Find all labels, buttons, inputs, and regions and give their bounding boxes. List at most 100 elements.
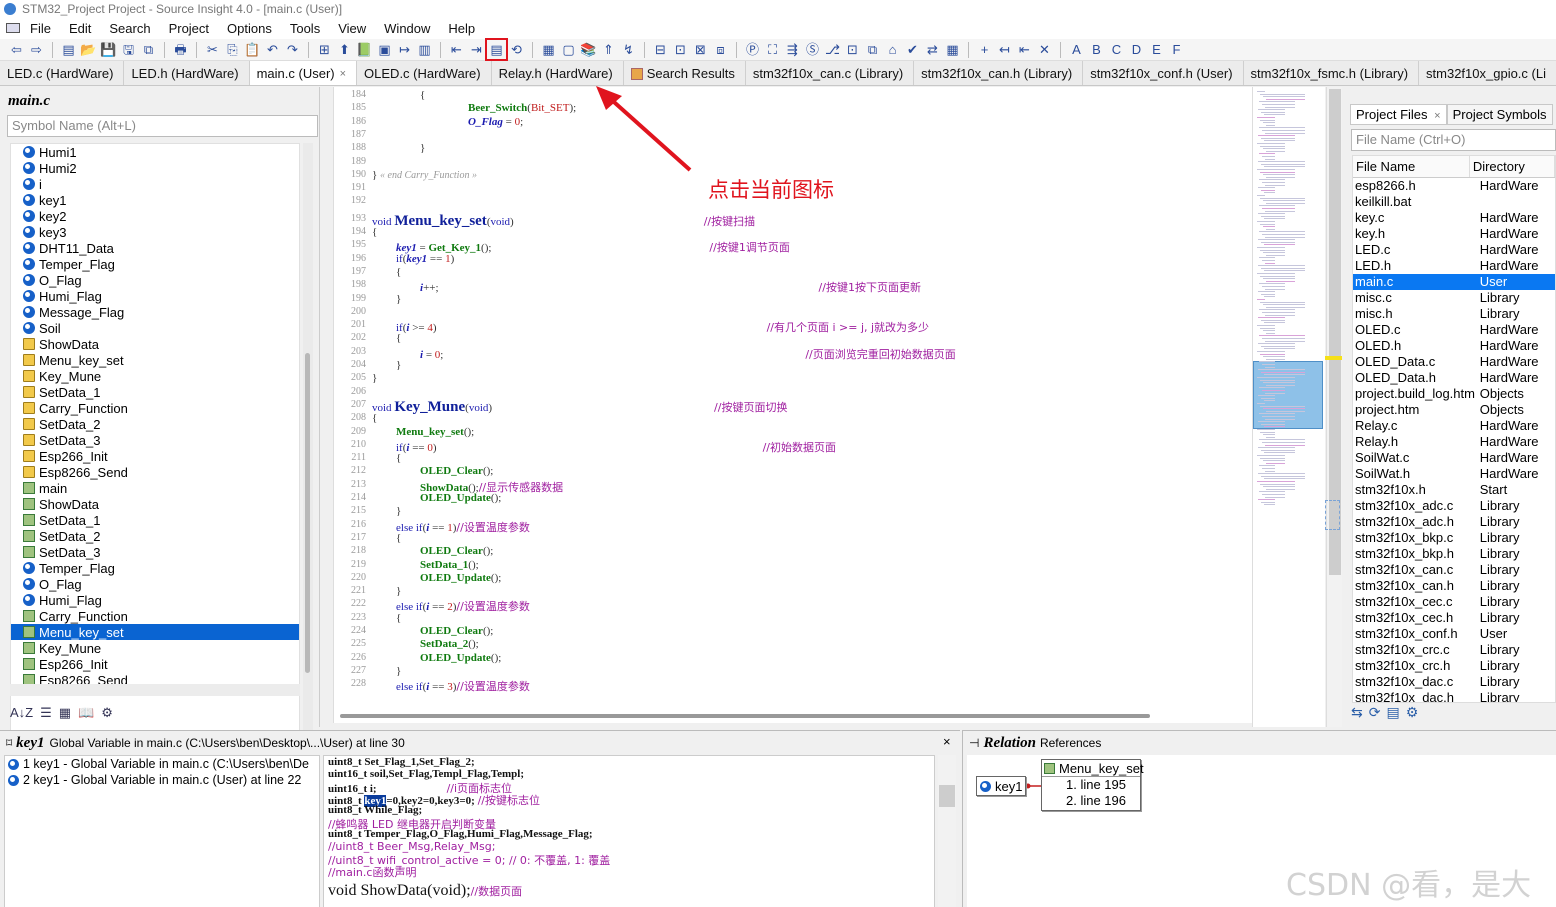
toolbar-button-9[interactable]: 🖶 xyxy=(172,41,189,58)
file-row[interactable]: stm32f10x_dac.h Library xyxy=(1353,690,1555,702)
toolbar-button-48[interactable]: ✔ xyxy=(904,41,921,58)
symbol-item[interactable]: O_Flag xyxy=(11,272,299,288)
toolbar-button-42[interactable]: ⇶ xyxy=(784,41,801,58)
toolbar-button-36[interactable]: ⊡ xyxy=(672,41,689,58)
toolbar-button-12[interactable]: ⎘ xyxy=(224,41,241,58)
symbol-item[interactable]: Soil xyxy=(11,320,299,336)
tab-stm32f10x-gpio-c-li[interactable]: stm32f10x_gpio.c (Li xyxy=(1419,61,1556,85)
sync-icon[interactable]: ⇆ xyxy=(1351,704,1363,721)
toolbar-button-6[interactable]: 🖫 xyxy=(120,41,137,58)
tab-stm32f10x-conf-h-user-[interactable]: stm32f10x_conf.h (User) xyxy=(1083,61,1244,85)
symbol-item[interactable]: Menu_key_set xyxy=(11,624,299,640)
file-row[interactable]: OLED_Data.h HardWare xyxy=(1353,370,1555,386)
file-row[interactable]: stm32f10x_adc.c Library xyxy=(1353,498,1555,514)
file-row[interactable]: LED.c HardWare xyxy=(1353,242,1555,258)
toolbar-button-49[interactable]: ⇄ xyxy=(924,41,941,58)
symbol-item[interactable]: key2 xyxy=(11,208,299,224)
toolbar-button-7[interactable]: ⧉ xyxy=(140,41,157,58)
file-row[interactable]: LED.h HardWare xyxy=(1353,258,1555,274)
symbol-item[interactable]: O_Flag xyxy=(11,576,299,592)
file-row[interactable]: project.build_log.htm Objects xyxy=(1353,386,1555,402)
symbol-item[interactable]: Carry_Function xyxy=(11,400,299,416)
category-icon[interactable]: ▦ xyxy=(59,705,71,721)
toolbar-button-57[interactable]: A xyxy=(1068,41,1085,58)
window-menu-icon[interactable] xyxy=(6,23,20,33)
menu-options[interactable]: Options xyxy=(227,21,272,36)
symbol-item[interactable]: key1 xyxy=(11,192,299,208)
file-row[interactable]: OLED.c HardWare xyxy=(1353,322,1555,338)
toolbar-button-61[interactable]: E xyxy=(1148,41,1165,58)
symbol-item[interactable]: DHT11_Data xyxy=(11,240,299,256)
toolbar-button-32[interactable]: ⇑ xyxy=(600,41,617,58)
symbol-item[interactable]: SetData_3 xyxy=(11,432,299,448)
file-row[interactable]: stm32f10x_bkp.h Library xyxy=(1353,546,1555,562)
list-icon[interactable]: ▤ xyxy=(1386,704,1399,721)
tab-stm32f10x-fsmc-h-library-[interactable]: stm32f10x_fsmc.h (Library) xyxy=(1244,61,1420,85)
symbol-item[interactable]: Key_Mune xyxy=(11,640,299,656)
file-row[interactable]: key.h HardWare xyxy=(1353,226,1555,242)
menu-edit[interactable]: Edit xyxy=(69,21,91,36)
toolbar-button-53[interactable]: ↤ xyxy=(996,41,1013,58)
tab-search-results[interactable]: Search Results xyxy=(624,61,746,85)
symbol-item[interactable]: SetData_1 xyxy=(11,512,299,528)
file-row[interactable]: stm32f10x_can.c Library xyxy=(1353,562,1555,578)
toolbar-button-5[interactable]: 💾 xyxy=(100,41,117,58)
file-row[interactable]: stm32f10x_crc.h Library xyxy=(1353,658,1555,674)
symbol-item[interactable]: SetData_2 xyxy=(11,528,299,544)
scrollbar-thumb[interactable] xyxy=(939,785,955,807)
toolbar-button-24[interactable]: ⇤ xyxy=(448,41,465,58)
file-row[interactable]: key.c HardWare xyxy=(1353,210,1555,226)
toolbar-button-37[interactable]: ⊠ xyxy=(692,41,709,58)
reference-item[interactable]: 2 key1 - Global Variable in main.c (User… xyxy=(5,772,319,788)
symbol-item[interactable]: SetData_1 xyxy=(11,384,299,400)
menu-search[interactable]: Search xyxy=(109,21,150,36)
symbol-item[interactable]: Esp266_Init xyxy=(11,656,299,672)
toolbar-button-17[interactable]: ⊞ xyxy=(316,41,333,58)
relation-node-key1[interactable]: key1 xyxy=(976,776,1026,796)
symbol-item[interactable]: Temper_Flag xyxy=(11,560,299,576)
file-row[interactable]: SoilWat.h HardWare xyxy=(1353,466,1555,482)
tab-relay-h-hardware-[interactable]: Relay.h (HardWare) xyxy=(492,61,624,85)
symbol-item[interactable]: i xyxy=(11,176,299,192)
symbol-item[interactable]: SetData_2 xyxy=(11,416,299,432)
symbol-item[interactable]: SetData_3 xyxy=(11,544,299,560)
toolbar-button-50[interactable]: ▦ xyxy=(944,41,961,58)
gear-icon[interactable]: ⚙ xyxy=(1406,704,1419,721)
file-row[interactable]: stm32f10x_crc.c Library xyxy=(1353,642,1555,658)
toolbar-button-3[interactable]: ▤ xyxy=(60,41,77,58)
toolbar-button-13[interactable]: 📋 xyxy=(244,41,261,58)
menu-view[interactable]: View xyxy=(338,21,366,36)
symbol-item[interactable]: Menu_key_set xyxy=(11,352,299,368)
symbol-search-input[interactable]: Symbol Name (Alt+L) xyxy=(7,115,318,137)
column-directory[interactable]: Directory xyxy=(1470,156,1555,177)
toolbar-button-25[interactable]: ⇥ xyxy=(468,41,485,58)
reference-item[interactable]: 1 key1 - Global Variable in main.c (C:\U… xyxy=(5,756,319,772)
context-scrollbar[interactable] xyxy=(938,755,956,907)
toolbar-button-58[interactable]: B xyxy=(1088,41,1105,58)
gear-icon[interactable]: ⚙ xyxy=(101,705,113,721)
file-row[interactable]: main.c User xyxy=(1353,274,1555,290)
file-row[interactable]: stm32f10x_conf.h User xyxy=(1353,626,1555,642)
symbol-item[interactable]: ShowData xyxy=(11,496,299,512)
toolbar-button-33[interactable]: ↯ xyxy=(620,41,637,58)
symbol-item[interactable]: Humi1 xyxy=(11,144,299,160)
file-row[interactable]: stm32f10x_cec.c Library xyxy=(1353,594,1555,610)
scrollbar-thumb[interactable] xyxy=(305,353,310,673)
book-icon[interactable]: 📖 xyxy=(78,705,94,721)
symbol-item[interactable]: main xyxy=(11,480,299,496)
file-row[interactable]: OLED.h HardWare xyxy=(1353,338,1555,354)
toolbar-button-52[interactable]: + xyxy=(976,41,993,58)
toolbar-button-0[interactable]: ⇦ xyxy=(8,41,25,58)
symbol-item[interactable]: Esp8266_Send xyxy=(11,464,299,480)
symbol-item[interactable]: Key_Mune xyxy=(11,368,299,384)
toolbar-button-54[interactable]: ⇤ xyxy=(1016,41,1033,58)
file-row[interactable]: SoilWat.c HardWare xyxy=(1353,450,1555,466)
symbol-list-hscrollbar[interactable] xyxy=(10,684,300,696)
sort-az-icon[interactable]: A↓Z xyxy=(10,705,33,721)
refresh-icon[interactable]: ⟳ xyxy=(1369,704,1381,721)
file-row[interactable]: stm32f10x_bkp.c Library xyxy=(1353,530,1555,546)
toolbar-button-14[interactable]: ↶ xyxy=(264,41,281,58)
symbol-item[interactable]: Temper_Flag xyxy=(11,256,299,272)
tab-stm32f10x-can-c-library-[interactable]: stm32f10x_can.c (Library) xyxy=(746,61,915,85)
file-row[interactable]: misc.c Library xyxy=(1353,290,1555,306)
